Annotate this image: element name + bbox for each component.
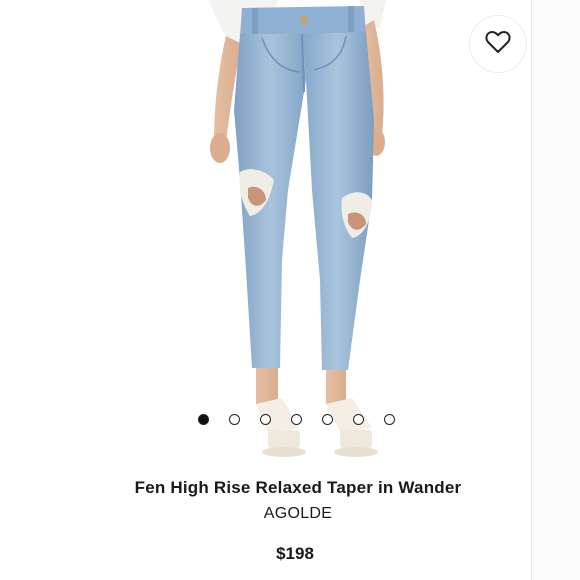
heart-icon <box>485 30 511 59</box>
carousel-dot-5[interactable] <box>322 414 333 425</box>
carousel-dot-4[interactable] <box>291 414 302 425</box>
carousel-dot-2[interactable] <box>229 414 240 425</box>
product-image[interactable] <box>30 0 531 462</box>
carousel-dot-7[interactable] <box>384 414 395 425</box>
product-card: Fen High Rise Relaxed Taper in Wander AG… <box>0 0 580 580</box>
product-price: $198 <box>276 544 314 563</box>
carousel-dot-6[interactable] <box>353 414 364 425</box>
carousel-dot-3[interactable] <box>260 414 271 425</box>
favorite-button[interactable] <box>470 16 526 72</box>
carousel-indicator <box>196 412 400 428</box>
carousel-dot-1[interactable] <box>198 414 209 425</box>
product-brand[interactable]: AGOLDE <box>0 505 580 523</box>
product-title[interactable]: Fen High Rise Relaxed Taper in Wander <box>0 478 580 498</box>
